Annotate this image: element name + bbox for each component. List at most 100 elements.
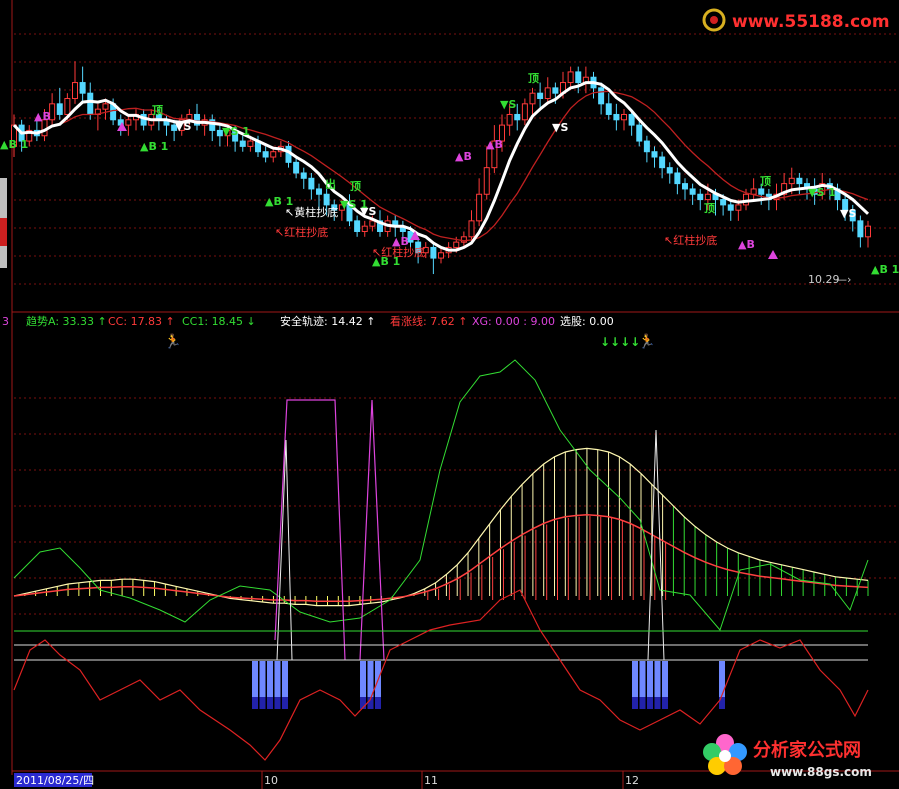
candle-body [537,92,544,100]
candle-body [605,103,612,115]
signal-B-14: ▲B [486,138,503,151]
signal-B-13: ▲B [455,150,472,163]
blue-bar-0-0 [252,661,258,697]
blue-bar-base-0-1 [259,697,266,709]
candle-body [125,119,132,126]
candle-body [857,220,864,238]
candle-body [674,172,681,185]
signal-chaodi-0: ↖红柱抄底 [275,225,328,239]
runner-icon: 🏃 [164,333,181,350]
red-moving-average-line [13,90,869,242]
candle-body [369,220,376,227]
price-arrow: —› [836,273,851,286]
candle-body [636,124,643,142]
candle-body [735,204,742,211]
osc-envelope-line [13,447,869,607]
candle-body [750,188,757,195]
candle-body [506,113,513,126]
candle-body [476,193,483,222]
start-date-label: 2011/08/25/四 [16,774,94,787]
blue-bar-1-1 [367,661,374,697]
candle-body [102,103,109,110]
candle-body [239,140,246,147]
blue-bar-0-4 [282,661,288,697]
osc-magenta-spike-2 [359,399,385,661]
oscillator-panel [13,359,869,761]
candle-body [293,161,300,174]
candle-body [87,92,94,115]
signal-ding-18: 顶 [704,202,715,215]
candle-body [514,113,521,121]
runner-icon-2: 🏃 [638,333,655,350]
month-label-0: 10 [264,774,278,787]
header-item-5: XG: 0.00 : 9.00 [472,315,555,328]
candle-body [743,193,749,206]
blue-bar-2-0 [632,661,638,697]
month-label-2: 12 [625,774,639,787]
signal-ding-11: 顶 [528,72,539,85]
signal-ding-4: 顶 [152,104,163,117]
candle-body [438,252,444,259]
candle-body [544,87,551,100]
watermark-title: 分析家公式网 [753,739,861,761]
candle-body [468,220,475,238]
candle-body [621,113,627,121]
candle-body [529,92,536,105]
candle-body [300,172,307,179]
candle-body [651,151,658,158]
signal-chaodi-2: ↖红柱抄底 [664,233,717,247]
signal-S1-15: ▼S 1 [808,186,836,199]
candle-body [727,204,734,211]
left-b1-signal: ▲B 1 [0,138,28,151]
candle-body [598,87,605,105]
candle-body [666,167,673,174]
top-watermark: www.55188.com [702,8,890,32]
signal-ding-21: 顶 [350,180,361,193]
blue-bar-base-0-3 [274,697,281,709]
blue-bar-2-2 [647,661,653,697]
signal-S-12: ▼S [552,121,568,134]
blue-bar-0-2 [267,661,273,697]
candle-body [430,246,437,259]
signal-markers: ▲B▲B 1▼S ▼S 1顶▲B 1 ▼S 1▲B 1▲B▼S▼S顶▼S▲B▲B▼S… [34,72,856,268]
blue-bar-1-0 [360,661,366,697]
month-axis-labels: 10 11 12 [261,771,639,789]
blue-bar-0-3 [274,661,281,697]
candle-body [613,113,620,121]
blue-bar-base-2-1 [639,697,646,709]
bottom-watermark: 分析家公式网 www.88gs.com [703,734,872,779]
blue-bar-base-2-0 [632,697,638,709]
blue-bar-base-2-2 [647,697,653,709]
header-prefix: 3 [2,315,9,328]
blue-bar-2-3 [654,661,661,697]
candle-body [628,113,635,126]
candle-body [354,220,361,232]
candle-body [316,188,322,195]
signal-B1-1: ▲B 1 [140,140,168,153]
blue-bar-2-1 [639,661,646,697]
osc-white-spike-2 [647,429,665,661]
candle-body [552,87,559,94]
white-trend-line [12,81,870,252]
blue-bar-0-1 [259,661,266,697]
candle-body [575,71,582,84]
candle-body [270,151,277,158]
candle-body [64,98,71,115]
candle-body [796,177,803,185]
candle-body [453,241,460,248]
candle-body [56,103,63,115]
signal-chu-20: 出 [325,177,336,191]
signal-ding-19: 顶 [760,175,771,188]
price-label: 10.29 [808,273,840,286]
flower-logo-icon [703,734,747,775]
blue-bar-base-2-3 [654,697,661,709]
candle-body [689,188,696,195]
indicator-header: 3 趋势A: 33.33 ↑ CC: 17.83 ↑ CC1: 18.45 ↓ 安全轨迹… [2,314,614,328]
magenta-triangle-0 [768,250,778,259]
candle-body [521,103,528,121]
candle-body [865,225,871,238]
signal-S-9: ▼S [360,205,376,218]
month-label-1: 11 [424,774,438,787]
candle-body [308,177,315,190]
candle-body [323,193,330,206]
